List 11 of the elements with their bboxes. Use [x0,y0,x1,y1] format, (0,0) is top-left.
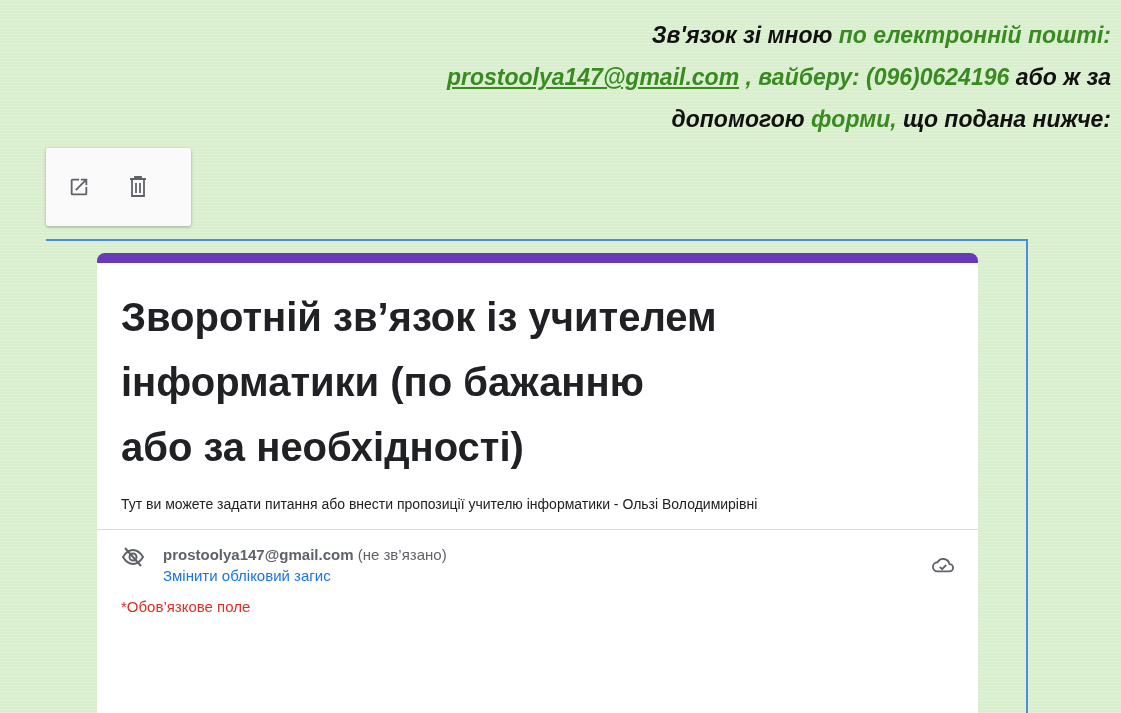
switch-account-link[interactable]: Змінити обліковий загис [163,567,331,584]
contact-text: Зв'язок зі мною по електронній пошті: prostoolya147@gmail.com , вайберу: (096)0624196 або ж за допомогою форми, що подана нижче: [445,21,1112,134]
trash-icon[interactable] [128,176,148,198]
eye-off-icon [121,546,145,568]
open-external-icon[interactable] [68,176,90,198]
email-link[interactable]: prostoolya147@gmail.com [446,64,740,90]
form-description: Тут ви можете задати питання або внести пропозиції учителю інформатики - Ользі Володимирівні [121,495,759,514]
form-title: Зворотній зв’язок із учителем інформатики (по бажанню або за необхідності) [121,294,718,471]
account-email: prostoolya147@gmail.com (не зв’язано) [163,546,447,563]
cloud-check-icon [932,556,954,574]
required-note: *Обов’язкове поле [120,597,252,615]
